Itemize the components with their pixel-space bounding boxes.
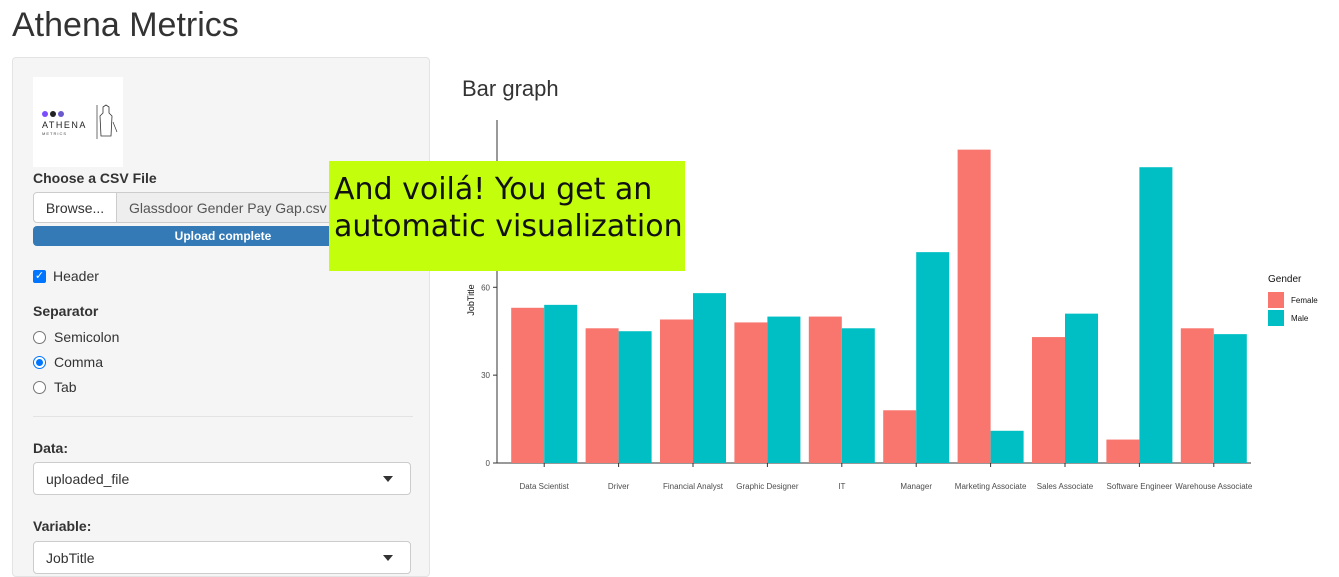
x-tick-label: Software Engineer xyxy=(1106,482,1172,491)
app-title: Athena Metrics xyxy=(12,6,239,44)
athena-logo: ATHENA METRICS xyxy=(33,77,123,167)
bar-female xyxy=(734,322,768,463)
radio-button-selected[interactable] xyxy=(33,355,46,369)
bar-female xyxy=(957,149,991,463)
annotation-overlay: And voilá! You get an automatic visualiz… xyxy=(329,161,685,271)
header-checkbox-label: Header xyxy=(53,268,99,284)
bar-male xyxy=(916,252,950,463)
bar-female xyxy=(1106,439,1140,463)
x-tick-label: Manager xyxy=(900,482,932,491)
bar-male xyxy=(767,316,801,463)
y-tick-label: 30 xyxy=(481,371,490,380)
y-axis-title: JobTitle xyxy=(466,284,476,315)
sidebar-panel: ATHENA METRICS Choose a CSV File Browse.… xyxy=(12,57,430,577)
chart-title: Bar graph xyxy=(462,76,559,101)
variable-select-label: Variable: xyxy=(33,518,92,534)
radio-button[interactable] xyxy=(33,330,46,344)
bar-female xyxy=(511,307,545,463)
bar-male xyxy=(841,328,875,463)
bar-male xyxy=(544,304,578,463)
chevron-down-icon xyxy=(383,476,393,482)
variable-select-value: JobTitle xyxy=(46,549,95,566)
radio-comma[interactable]: Comma xyxy=(33,354,103,370)
header-checkbox[interactable]: ✓ xyxy=(33,269,46,283)
variable-select[interactable]: JobTitle xyxy=(33,541,411,574)
bar-female xyxy=(808,316,842,463)
browse-button[interactable]: Browse... xyxy=(33,192,117,223)
x-tick-label: IT xyxy=(838,482,845,491)
bar-male xyxy=(1065,313,1098,463)
bar-male xyxy=(618,331,652,463)
x-tick-label: Driver xyxy=(608,482,630,491)
bar-female xyxy=(1180,328,1214,463)
data-select-value: uploaded_file xyxy=(46,470,130,487)
svg-text:ATHENA: ATHENA xyxy=(42,120,87,130)
bar-female xyxy=(585,328,619,463)
x-tick-label: Sales Associate xyxy=(1037,482,1094,491)
legend-label: Male xyxy=(1291,314,1309,323)
radio-label: Comma xyxy=(54,354,104,370)
bar-male xyxy=(990,430,1024,463)
bar-female xyxy=(883,410,917,463)
radio-button[interactable] xyxy=(33,380,46,394)
data-select[interactable]: uploaded_file xyxy=(33,462,411,495)
legend-label: Female xyxy=(1291,296,1318,305)
x-tick-label: Warehouse Associate xyxy=(1175,482,1253,491)
x-tick-label: Graphic Designer xyxy=(736,482,799,491)
radio-tab[interactable]: Tab xyxy=(33,379,77,395)
x-tick-label: Marketing Associate xyxy=(955,482,1027,491)
separator-label: Separator xyxy=(33,303,99,319)
radio-label: Tab xyxy=(54,379,77,395)
bar-male xyxy=(693,293,726,463)
header-checkbox-row[interactable]: ✓ Header xyxy=(33,268,99,284)
radio-label: Semicolon xyxy=(54,329,120,345)
x-tick-label: Data Scientist xyxy=(520,482,570,491)
legend-swatch xyxy=(1268,310,1284,326)
bar-male xyxy=(1213,334,1247,463)
bar-female xyxy=(660,319,693,463)
bar-male xyxy=(1139,167,1173,463)
y-tick-label: 0 xyxy=(486,459,491,468)
bar-female xyxy=(1032,337,1065,463)
legend-swatch xyxy=(1268,292,1284,308)
y-tick-label: 60 xyxy=(481,283,490,292)
svg-text:METRICS: METRICS xyxy=(42,131,67,136)
legend-title: Gender xyxy=(1268,274,1302,285)
file-input-label: Choose a CSV File xyxy=(33,170,157,186)
radio-semicolon[interactable]: Semicolon xyxy=(33,329,119,345)
x-tick-label: Financial Analyst xyxy=(663,482,724,491)
data-select-label: Data: xyxy=(33,440,69,456)
divider xyxy=(33,416,413,417)
